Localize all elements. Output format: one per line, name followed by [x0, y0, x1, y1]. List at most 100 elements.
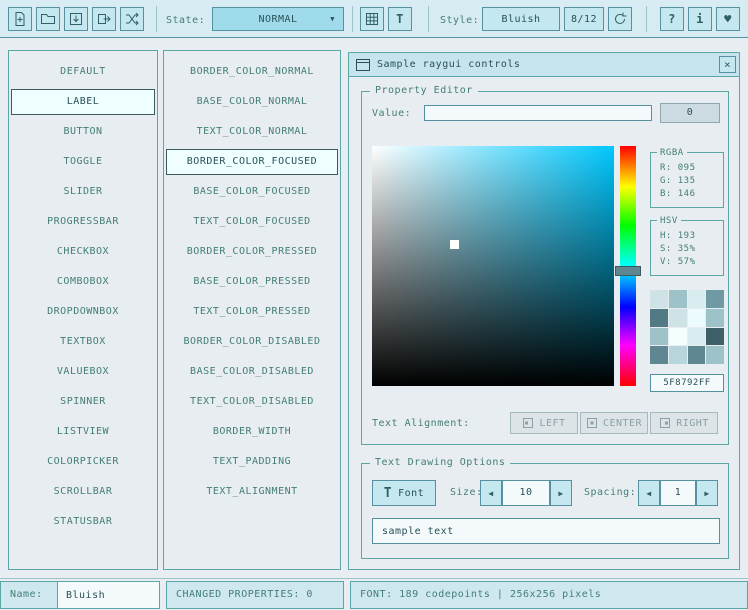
random-style-button[interactable] [120, 7, 144, 31]
toolbar-divider [646, 6, 647, 32]
value-box[interactable]: 0 [660, 103, 720, 123]
control-item-default[interactable]: DEFAULT [11, 59, 155, 85]
property-item-border_color_focused[interactable]: BORDER_COLOR_FOCUSED [166, 149, 338, 175]
property-item-text_alignment[interactable]: TEXT_ALIGNMENT [166, 479, 338, 505]
palette-swatch[interactable] [706, 309, 724, 327]
palette-swatch[interactable] [650, 328, 668, 346]
statusbar: Name: CHANGED PROPERTIES: 0 FONT: 189 co… [0, 578, 748, 610]
align-right-button[interactable]: RIGHT [650, 412, 718, 434]
new-style-button[interactable] [8, 7, 32, 31]
value-slider[interactable] [424, 105, 652, 121]
control-item-toggle[interactable]: TOGGLE [11, 149, 155, 175]
control-item-dropdownbox[interactable]: DROPDOWNBOX [11, 299, 155, 325]
window-titlebar[interactable]: Sample raygui controls × [349, 53, 739, 77]
palette-swatch[interactable] [650, 290, 668, 308]
property-item-base_color_pressed[interactable]: BASE_COLOR_PRESSED [166, 269, 338, 295]
palette-swatch[interactable] [669, 290, 687, 308]
control-item-textbox[interactable]: TEXTBOX [11, 329, 155, 355]
window-title: Sample raygui controls [377, 59, 520, 70]
property-item-text_color_normal[interactable]: TEXT_COLOR_NORMAL [166, 119, 338, 145]
property-item-text_color_disabled[interactable]: TEXT_COLOR_DISABLED [166, 389, 338, 415]
property-item-border_color_normal[interactable]: BORDER_COLOR_NORMAL [166, 59, 338, 85]
font-button-label: Font [398, 488, 424, 499]
font-button[interactable]: T Font [372, 480, 436, 506]
size-decrement-button[interactable]: ◀ [480, 480, 502, 506]
properties-list: BORDER_COLOR_NORMAL BASE_COLOR_NORMAL TEXT… [164, 59, 340, 505]
color-picker-cursor[interactable] [450, 240, 459, 249]
palette-swatch[interactable] [650, 309, 668, 327]
control-item-combobox[interactable]: COMBOBOX [11, 269, 155, 295]
font-info-status: FONT: 189 codepoints | 256x256 pixels [350, 581, 748, 609]
palette-swatch[interactable] [688, 328, 706, 346]
spacing-decrement-button[interactable]: ◀ [638, 480, 660, 506]
chevron-down-icon: ▼ [330, 15, 335, 23]
load-style-button[interactable] [36, 7, 60, 31]
control-item-spinner[interactable]: SPINNER [11, 389, 155, 415]
toolbar-divider [156, 6, 157, 32]
property-item-base_color_disabled[interactable]: BASE_COLOR_DISABLED [166, 359, 338, 385]
palette-swatch[interactable] [706, 328, 724, 346]
text-alignment-label: Text Alignment: [372, 418, 470, 429]
font-atlas-button[interactable]: T [388, 7, 412, 31]
control-item-label[interactable]: LABEL [11, 89, 155, 115]
palette-swatch[interactable] [706, 346, 724, 364]
control-item-slider[interactable]: SLIDER [11, 179, 155, 205]
property-item-text_padding[interactable]: TEXT_PADDING [166, 449, 338, 475]
sample-text-input[interactable] [372, 518, 720, 544]
hsv-group: HSV H: 193 S: 35% V: 57% [650, 220, 724, 276]
align-center-icon [586, 417, 598, 429]
hex-color-value[interactable]: 5F8792FF [650, 374, 724, 392]
window-close-button[interactable]: × [719, 56, 736, 73]
control-item-listview[interactable]: LISTVIEW [11, 419, 155, 445]
palette-swatch[interactable] [688, 290, 706, 308]
control-item-button[interactable]: BUTTON [11, 119, 155, 145]
property-item-border_color_pressed[interactable]: BORDER_COLOR_PRESSED [166, 239, 338, 265]
style-name-status-label: Name: [0, 581, 58, 609]
state-dropdown[interactable]: NORMAL ▼ [212, 7, 344, 31]
control-item-progressbar[interactable]: PROGRESSBAR [11, 209, 155, 235]
group-title: Text Drawing Options [370, 456, 510, 470]
control-item-scrollbar[interactable]: SCROLLBAR [11, 479, 155, 505]
property-item-border_color_disabled[interactable]: BORDER_COLOR_DISABLED [166, 329, 338, 355]
color-picker-panel[interactable] [372, 146, 614, 386]
style-label: Style: [440, 15, 479, 26]
palette-swatch[interactable] [669, 309, 687, 327]
arrow-right-icon: ▶ [558, 489, 563, 498]
size-increment-button[interactable]: ▶ [550, 480, 572, 506]
help-button[interactable]: ? [660, 7, 684, 31]
hue-slider-handle[interactable] [615, 266, 641, 276]
palette-swatch[interactable] [669, 328, 687, 346]
save-style-button[interactable] [64, 7, 88, 31]
property-item-border_width[interactable]: BORDER_WIDTH [166, 419, 338, 445]
hsv-saturation-value: S: 35% [660, 243, 723, 256]
palette-swatch[interactable] [706, 290, 724, 308]
spacing-label: Spacing: [584, 487, 636, 498]
reload-style-button[interactable] [608, 7, 632, 31]
property-item-base_color_focused[interactable]: BASE_COLOR_FOCUSED [166, 179, 338, 205]
size-value-box[interactable]: 10 [502, 480, 550, 506]
property-item-base_color_normal[interactable]: BASE_COLOR_NORMAL [166, 89, 338, 115]
about-button[interactable]: i [688, 7, 712, 31]
align-left-button[interactable]: LEFT [510, 412, 578, 434]
control-item-colorpicker[interactable]: COLORPICKER [11, 449, 155, 475]
palette-swatch[interactable] [688, 309, 706, 327]
property-editor-group: Property Editor Value: 0 RGBA R: 095 G: … [361, 91, 729, 445]
spacing-increment-button[interactable]: ▶ [696, 480, 718, 506]
property-item-text_color_pressed[interactable]: TEXT_COLOR_PRESSED [166, 299, 338, 325]
sponsor-button[interactable]: ♥ [716, 7, 740, 31]
align-center-button[interactable]: CENTER [580, 412, 648, 434]
style-table-button[interactable] [360, 7, 384, 31]
align-left-label: LEFT [539, 418, 565, 429]
spacing-value-box[interactable]: 1 [660, 480, 696, 506]
control-item-checkbox[interactable]: CHECKBOX [11, 239, 155, 265]
style-name-input[interactable] [57, 581, 160, 609]
palette-swatch[interactable] [650, 346, 668, 364]
control-item-statusbar[interactable]: STATUSBAR [11, 509, 155, 535]
export-style-button[interactable] [92, 7, 116, 31]
style-count-button[interactable]: 8/12 [564, 7, 604, 31]
control-item-valuebox[interactable]: VALUEBOX [11, 359, 155, 385]
style-name-button[interactable]: Bluish [482, 7, 560, 31]
palette-swatch[interactable] [669, 346, 687, 364]
palette-swatch[interactable] [688, 346, 706, 364]
property-item-text_color_focused[interactable]: TEXT_COLOR_FOCUSED [166, 209, 338, 235]
